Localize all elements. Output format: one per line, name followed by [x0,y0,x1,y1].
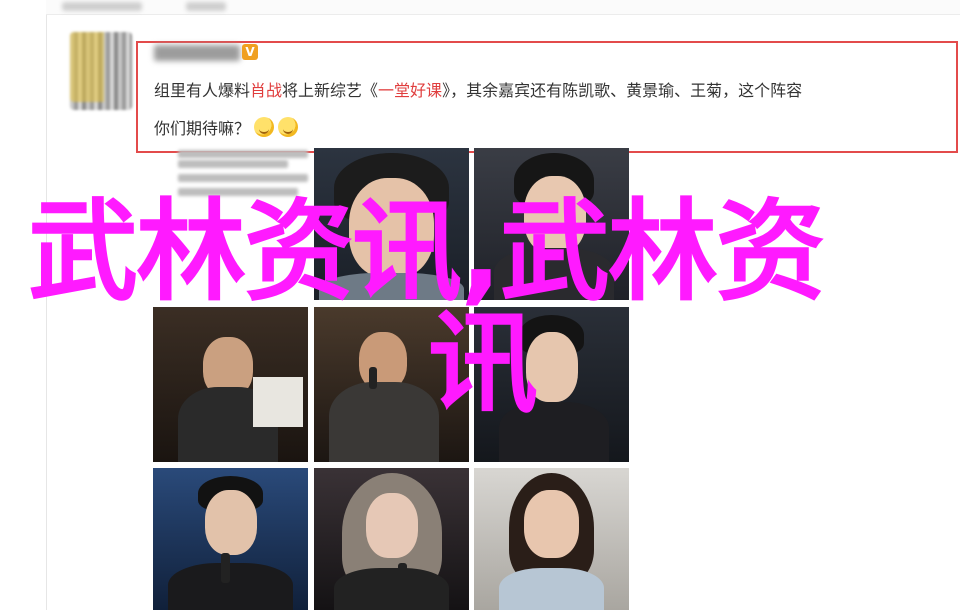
photo-paper [253,377,303,427]
blurred-username[interactable] [154,45,240,61]
photo-face [205,490,257,555]
verified-badge: V [242,44,258,60]
post-text: 你们期待嘛？ [154,119,251,138]
post-text: 组里有人爆料 [154,81,251,100]
post-text: 将上新综艺《 [282,81,379,100]
photo-body [319,273,464,300]
photo-1[interactable] [314,148,469,300]
photo-body [499,402,609,462]
blurred-text [178,174,308,182]
photo-3[interactable] [153,307,308,462]
photo-face [366,493,418,558]
photo-5[interactable] [474,307,629,462]
photo-2[interactable] [474,148,629,300]
photo-body [334,568,449,610]
photo-body [168,563,293,610]
top-bar [46,0,960,15]
blurred-text [178,188,298,196]
microphone [221,553,230,583]
photo-6[interactable] [153,468,308,610]
grin-emoji-icon [254,117,275,137]
photo-4[interactable] [314,307,469,462]
grin-emoji-icon [278,117,299,137]
microphone [398,563,407,593]
avatar-tint [70,32,104,102]
post-text: 》，其余嘉宾还有陈凯歌、黄景瑜、王菊，这个阵容 [442,81,803,100]
post-text-line-1: 组里有人爆料肖战将上新综艺《一堂好课》，其余嘉宾还有陈凯歌、黄景瑜、王菊，这个阵… [154,77,802,101]
photo-face [524,176,586,254]
blurred-text [62,2,142,11]
post-text-line-2: 你们期待嘛？ [154,115,299,139]
show-link[interactable]: 一堂好课 [378,81,442,100]
blurred-text [178,160,288,168]
photo-8[interactable] [474,468,629,610]
microphone [369,367,377,389]
photo-face [349,178,434,278]
photo-body [329,382,439,462]
avatar[interactable] [70,32,132,110]
photo-body [499,568,604,610]
blurred-text [186,2,226,11]
photo-face [524,490,579,558]
blurred-text [178,150,308,158]
photo-body [494,248,614,300]
photo-7[interactable] [314,468,469,610]
post-highlight-box: V 组里有人爆料肖战将上新综艺《一堂好课》，其余嘉宾还有陈凯歌、黄景瑜、王菊，这… [136,41,958,153]
photo-face [526,332,578,402]
mention-link[interactable]: 肖战 [250,81,282,100]
